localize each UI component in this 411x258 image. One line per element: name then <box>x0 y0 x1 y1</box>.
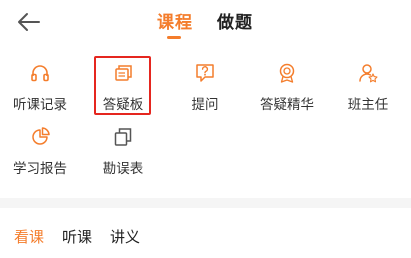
grid-item-label: 听课记录 <box>13 97 67 113</box>
award-badge-icon <box>279 63 295 83</box>
active-tab-indicator <box>167 36 181 39</box>
headphones-icon <box>31 65 49 82</box>
subtab-handout[interactable]: 讲义 <box>110 226 140 247</box>
section-divider <box>0 198 411 208</box>
grid-item-class-teacher[interactable]: 班主任 <box>331 62 405 118</box>
report-chart-icon <box>32 127 50 145</box>
tab-exercise[interactable]: 做题 <box>217 8 253 33</box>
grid-item-label: 提问 <box>191 97 219 113</box>
tab-course[interactable]: 课程 <box>157 8 193 33</box>
copy-pages-icon <box>114 128 132 146</box>
top-bar: 课程 做题 <box>0 0 411 44</box>
grid-item-qa-highlights[interactable]: 答疑精华 <box>250 62 324 118</box>
subtab-watch[interactable]: 看课 <box>14 226 44 247</box>
back-button[interactable] <box>14 8 44 36</box>
subtab-listen[interactable]: 听课 <box>62 226 92 247</box>
grid-item-errata[interactable]: 勘误表 <box>86 126 160 182</box>
grid-item-ask-question[interactable]: 提问 <box>168 62 242 118</box>
highlight-box <box>94 56 151 115</box>
grid-item-label: 答疑精华 <box>260 97 314 113</box>
question-chat-icon <box>196 64 214 82</box>
grid-item-label: 勘误表 <box>102 161 144 177</box>
grid-item-label: 学习报告 <box>13 161 67 177</box>
grid-item-listen-record[interactable]: 听课记录 <box>3 62 77 118</box>
teacher-user-icon <box>359 64 378 83</box>
grid-item-study-report[interactable]: 学习报告 <box>3 126 77 182</box>
grid-item-label: 班主任 <box>347 97 389 113</box>
back-arrow-icon <box>18 13 40 31</box>
